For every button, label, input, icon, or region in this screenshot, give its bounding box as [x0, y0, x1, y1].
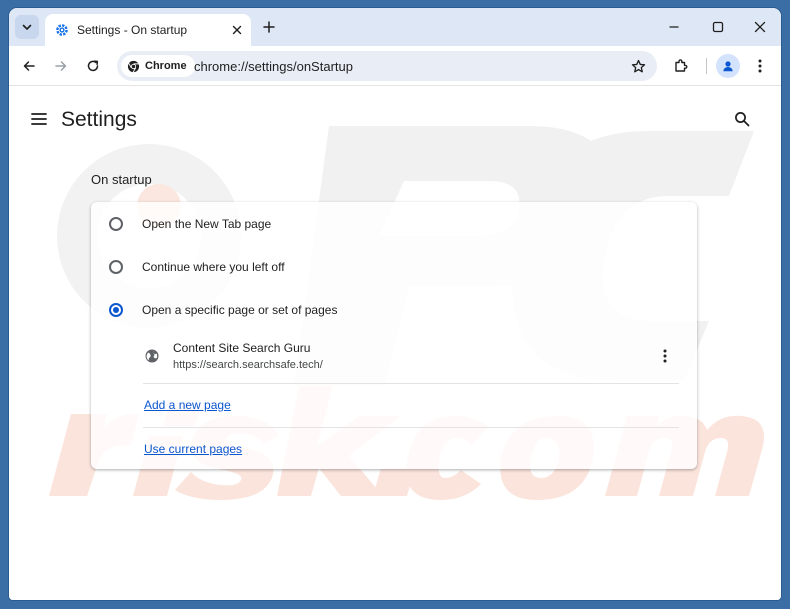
site-info-label: Chrome — [145, 60, 187, 72]
add-new-page-link[interactable]: Add a new page — [144, 398, 231, 412]
arrow-left-icon — [23, 61, 35, 71]
settings-gear-icon — [55, 23, 69, 37]
tab-settings[interactable]: Settings - On startup — [45, 14, 251, 46]
star-icon — [631, 59, 645, 72]
tab-title: Settings - On startup — [77, 23, 188, 37]
radio-label: Open a specific page or set of pages — [142, 303, 338, 317]
section-title: On startup — [91, 172, 152, 187]
radio-button[interactable] — [109, 217, 123, 231]
startup-page-name: Content Site Search Guru — [173, 341, 311, 355]
maximize-icon — [712, 21, 724, 33]
site-info-chip[interactable]: Chrome — [121, 55, 195, 77]
chrome-logo-icon — [127, 60, 140, 72]
radio-button[interactable] — [109, 260, 123, 274]
search-icon — [735, 112, 750, 127]
address-bar[interactable]: Chrome chrome://settings/onStartup — [117, 51, 657, 81]
kebab-menu-icon — [758, 59, 762, 73]
startup-option-new-tab[interactable]: Open the New Tab page — [91, 203, 697, 245]
plus-icon — [263, 21, 275, 33]
main-menu-button[interactable] — [29, 109, 49, 129]
minimize-icon — [669, 26, 679, 28]
tab-strip: Settings - On startup — [9, 8, 781, 46]
reload-button[interactable] — [81, 54, 105, 78]
browser-menu-button[interactable] — [748, 54, 772, 78]
url-text: chrome://settings/onStartup — [194, 59, 353, 74]
startup-page-menu-button[interactable] — [655, 346, 675, 366]
extensions-button[interactable] — [669, 54, 693, 78]
bookmark-button[interactable] — [629, 57, 647, 75]
back-button[interactable] — [17, 54, 41, 78]
use-current-pages-link[interactable]: Use current pages — [144, 442, 242, 456]
page-title: Settings — [61, 108, 137, 131]
settings-page: Settings On startup Open the New Tab pag… — [9, 86, 781, 600]
startup-page-entry: Content Site Search Guru https://search.… — [143, 334, 679, 384]
browser-window: Settings - On startup Chrome chrome://se… — [9, 8, 781, 600]
radio-label: Open the New Tab page — [142, 217, 272, 231]
use-current-row: Use current pages — [143, 428, 679, 472]
puzzle-piece-icon — [675, 59, 688, 72]
startup-option-continue[interactable]: Continue where you left off — [91, 246, 697, 288]
chevron-down-icon — [22, 24, 32, 30]
new-tab-button[interactable] — [259, 17, 279, 37]
reload-icon — [87, 60, 99, 72]
kebab-menu-icon — [663, 349, 667, 363]
on-startup-card: Open the New Tab page Continue where you… — [91, 202, 697, 469]
tab-search-button[interactable] — [15, 15, 39, 39]
close-icon — [232, 25, 242, 35]
startup-option-specific-pages[interactable]: Open a specific page or set of pages — [91, 289, 697, 331]
person-icon — [723, 61, 733, 72]
maximize-button[interactable] — [708, 17, 728, 37]
close-icon — [754, 21, 766, 33]
browser-toolbar: Chrome chrome://settings/onStartup — [9, 46, 781, 86]
close-window-button[interactable] — [750, 17, 770, 37]
minimize-button[interactable] — [664, 17, 684, 37]
toolbar-separator — [706, 58, 707, 74]
startup-page-url: https://search.searchsafe.tech/ — [173, 359, 323, 371]
search-settings-button[interactable] — [731, 108, 753, 130]
hamburger-icon — [31, 113, 47, 125]
forward-button[interactable] — [49, 54, 73, 78]
radio-label: Continue where you left off — [142, 260, 285, 274]
globe-icon — [145, 349, 159, 363]
close-tab-button[interactable] — [227, 20, 247, 40]
radio-button-selected[interactable] — [109, 303, 123, 317]
profile-button[interactable] — [716, 54, 740, 78]
arrow-right-icon — [55, 61, 67, 71]
add-page-row: Add a new page — [143, 384, 679, 428]
